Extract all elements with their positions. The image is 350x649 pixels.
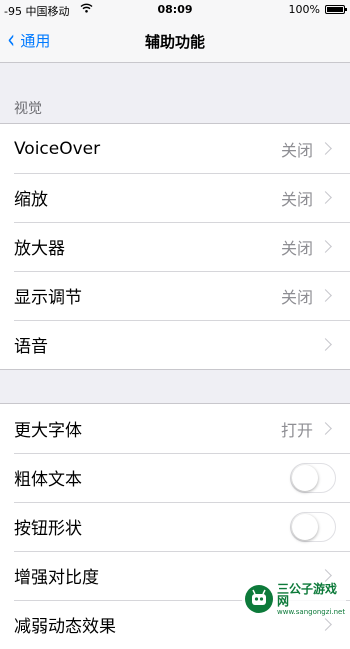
- chevron-right-icon: [319, 422, 332, 435]
- watermark-name: 三公子游戏网: [277, 581, 338, 608]
- setting-row-voiceover[interactable]: VoiceOver 关闭: [0, 124, 350, 173]
- status-bar: -95 中国移动 08:09 100%: [0, 0, 350, 20]
- setting-label: VoiceOver: [14, 138, 101, 159]
- chevron-right-icon: [319, 618, 332, 631]
- bold-text-toggle[interactable]: [290, 462, 336, 493]
- setting-label: 放大器: [14, 239, 65, 259]
- watermark-url: www.sangongzi.net: [277, 607, 346, 616]
- setting-label: 语音: [14, 337, 48, 357]
- button-shapes-toggle[interactable]: [290, 511, 336, 542]
- toggle-knob: [292, 513, 318, 540]
- chevron-right-icon: [319, 289, 332, 302]
- setting-label: 粗体文本: [14, 470, 82, 490]
- setting-row-display-accommodations[interactable]: 显示调节 关闭: [0, 271, 350, 320]
- setting-value: 关闭: [280, 238, 313, 258]
- setting-value: 关闭: [280, 287, 313, 307]
- settings-group-visual: VoiceOver 关闭 缩放 关闭 放大器 关闭 显示调节 关闭 语音: [0, 123, 350, 370]
- battery-icon: [325, 5, 347, 14]
- setting-row-zoom[interactable]: 缩放 关闭: [0, 173, 350, 222]
- watermark-logo-icon: [244, 584, 274, 614]
- setting-label: 更大字体: [14, 421, 82, 441]
- chevron-right-icon: [319, 191, 332, 204]
- watermark-text: 三公子游戏网 www.sangongzi.net: [277, 583, 346, 616]
- navigation-bar: ‹ 通用 辅助功能: [0, 20, 350, 63]
- chevron-right-icon: [319, 338, 332, 351]
- setting-label: 显示调节: [14, 288, 82, 308]
- site-watermark: 三公子游戏网 www.sangongzi.net: [242, 582, 346, 616]
- setting-value: 打开: [280, 420, 313, 440]
- chevron-right-icon: [319, 240, 332, 253]
- chevron-right-icon: [319, 142, 332, 155]
- section-header-visual: 视觉: [14, 101, 42, 117]
- chevron-right-icon: [319, 569, 332, 582]
- setting-label: 按钮形状: [14, 519, 82, 539]
- setting-row-magnifier[interactable]: 放大器 关闭: [0, 222, 350, 271]
- setting-row-speech[interactable]: 语音: [0, 320, 350, 369]
- setting-row-button-shapes: 按钮形状: [0, 502, 350, 551]
- page-title: 辅助功能: [144, 33, 205, 51]
- setting-row-bold-text: 粗体文本: [0, 453, 350, 502]
- setting-label: 缩放: [14, 190, 48, 210]
- battery-percentage: 100%: [288, 3, 320, 16]
- setting-row-larger-text[interactable]: 更大字体 打开: [0, 404, 350, 453]
- setting-value: 关闭: [280, 189, 313, 209]
- toggle-knob: [292, 464, 318, 491]
- setting-value: 关闭: [280, 140, 313, 160]
